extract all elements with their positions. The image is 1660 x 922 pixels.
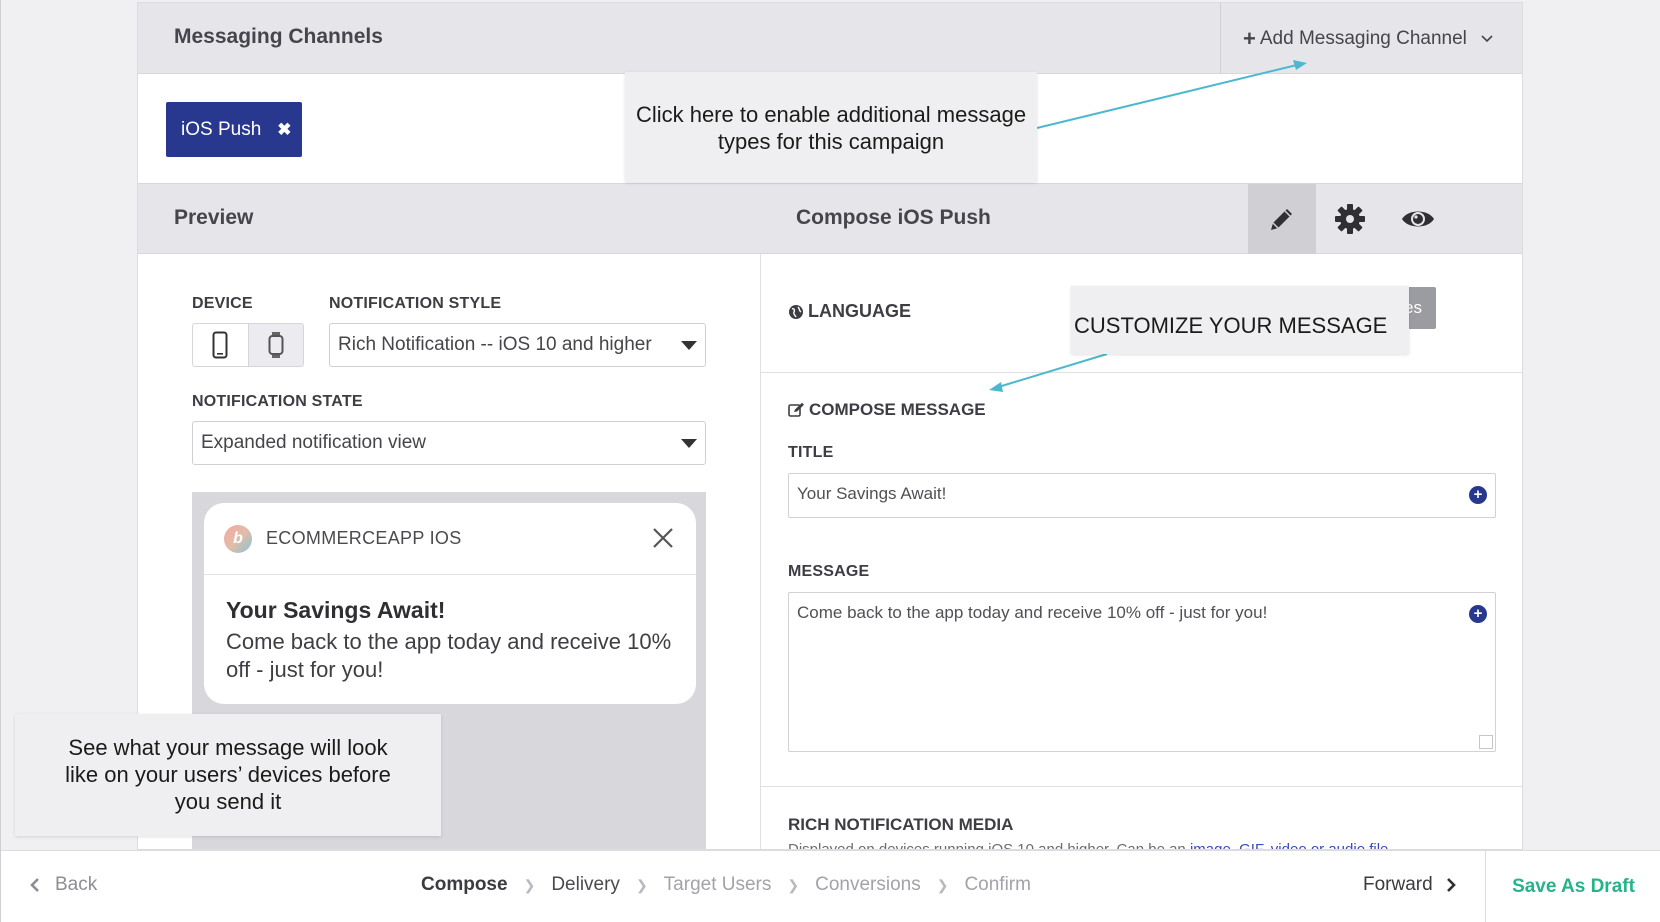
rich-media-types-link[interactable]: image, GIF, video or audio file. (1190, 841, 1393, 849)
preview-callout: See what your message will look like on … (15, 714, 441, 836)
channel-chip-label: iOS Push (181, 118, 262, 140)
messaging-channels-header: Messaging Channels + Add Messaging Chann… (138, 3, 1522, 74)
channel-chip-ios-push[interactable]: iOS Push ✖ (166, 102, 302, 157)
step-target-users[interactable]: Target Users (664, 874, 772, 896)
notification-app-name: ECOMMERCEAPP IOS (266, 528, 462, 548)
back-button[interactable]: Back (29, 874, 97, 896)
notification-title: Your Savings Await! (226, 597, 446, 623)
wizard-footer: Back Compose ❯ Delivery ❯ Target Users ❯… (1, 850, 1660, 922)
caret-down-icon (681, 341, 697, 350)
pencil-icon (1271, 209, 1292, 230)
step-confirm[interactable]: Confirm (964, 874, 1031, 896)
eye-icon (1402, 211, 1434, 227)
step-conversions[interactable]: Conversions (815, 874, 921, 896)
device-label: DEVICE (192, 295, 253, 312)
language-section-label: LANGUAGE (788, 301, 911, 322)
watch-icon (268, 332, 284, 358)
forward-label: Forward (1363, 874, 1433, 895)
chevron-left-icon (30, 878, 39, 892)
preview-compose-bar: Preview Compose iOS Push (138, 183, 1522, 254)
notification-header: b ECOMMERCEAPP IOS (204, 503, 696, 575)
rich-notification-media-description: Displayed on devices running iOS 10 and … (788, 841, 1393, 850)
add-messaging-channel-label: Add Messaging Channel (1259, 27, 1467, 49)
notification-style-label: NOTIFICATION STYLE (329, 295, 502, 312)
notification-message: Come back to the app today and receive 1… (226, 629, 672, 682)
resize-handle-icon[interactable] (1479, 735, 1493, 749)
add-personalization-icon[interactable]: + (1469, 486, 1487, 504)
remove-channel-icon[interactable]: ✖ (277, 120, 291, 140)
chevron-right-icon: ❯ (936, 876, 949, 893)
globe-icon (789, 304, 803, 319)
messaging-channels-title: Messaging Channels (174, 25, 383, 48)
title-label: TITLE (788, 444, 834, 461)
back-label: Back (55, 874, 98, 895)
watch-device-option[interactable] (247, 324, 303, 366)
preview-mode-button[interactable] (1384, 184, 1452, 254)
compose-message-section-label: COMPOSE MESSAGE (788, 400, 986, 420)
notification-state-label: NOTIFICATION STATE (192, 393, 363, 410)
notification-style-select[interactable]: Rich Notification -- iOS 10 and higher (329, 323, 706, 367)
forward-button[interactable]: Forward (1363, 874, 1457, 896)
chevron-right-icon: ❯ (523, 876, 536, 893)
wizard-steps: Compose ❯ Delivery ❯ Target Users ❯ Conv… (421, 874, 1031, 896)
chevron-down-icon (1481, 31, 1493, 46)
add-messaging-channel-button[interactable]: + Add Messaging Channel (1220, 3, 1522, 74)
add-channel-callout: Click here to enable additional message … (625, 72, 1037, 182)
notification-style-value: Rich Notification -- iOS 10 and higher (338, 334, 652, 355)
message-label: MESSAGE (788, 563, 870, 580)
compose-mode-button[interactable] (1248, 184, 1316, 254)
compose-title: Compose iOS Push (796, 206, 991, 229)
phone-icon (212, 331, 228, 359)
caret-down-icon (681, 439, 697, 448)
rich-media-desc-text: Displayed on devices running iOS 10 and … (788, 841, 1186, 850)
phone-device-option[interactable] (193, 324, 248, 366)
device-toggle (192, 323, 304, 367)
save-as-draft-button[interactable]: Save As Draft (1485, 851, 1660, 922)
app-logo-icon: b (224, 524, 252, 553)
close-icon[interactable] (652, 527, 674, 554)
add-personalization-icon[interactable]: + (1469, 605, 1487, 623)
preview-title: Preview (174, 206, 254, 229)
panel-divider (760, 254, 761, 849)
section-divider (761, 372, 1522, 373)
gear-icon (1335, 204, 1365, 234)
step-compose[interactable]: Compose (421, 874, 508, 896)
chevron-right-icon: ❯ (635, 876, 648, 893)
notification-state-value: Expanded notification view (201, 432, 426, 453)
edit-icon (788, 402, 804, 417)
step-delivery[interactable]: Delivery (551, 874, 620, 896)
notification-preview-card: b ECOMMERCEAPP IOS Your Savings Await! C… (204, 503, 696, 704)
section-divider (761, 786, 1522, 787)
rich-notification-media-label: RICH NOTIFICATION MEDIA (788, 815, 1014, 834)
language-label: LANGUAGE (808, 301, 911, 321)
message-textarea-value: Come back to the app today and receive 1… (797, 603, 1268, 622)
title-input[interactable]: Your Savings Await! + (788, 473, 1496, 518)
notification-state-select[interactable]: Expanded notification view (192, 421, 706, 465)
title-input-value: Your Savings Await! (797, 484, 947, 503)
plus-icon: + (1243, 25, 1256, 51)
notification-body: Your Savings Await! Come back to the app… (204, 575, 696, 684)
message-textarea[interactable]: Come back to the app today and receive 1… (788, 592, 1496, 752)
customize-message-callout: CUSTOMIZE YOUR MESSAGE (1071, 286, 1409, 354)
compose-message-label: COMPOSE MESSAGE (809, 400, 986, 419)
chevron-right-icon (1446, 878, 1456, 892)
settings-mode-button[interactable] (1316, 184, 1384, 254)
chevron-right-icon: ❯ (787, 876, 800, 893)
app-frame: Messaging Channels + Add Messaging Chann… (0, 0, 1660, 922)
